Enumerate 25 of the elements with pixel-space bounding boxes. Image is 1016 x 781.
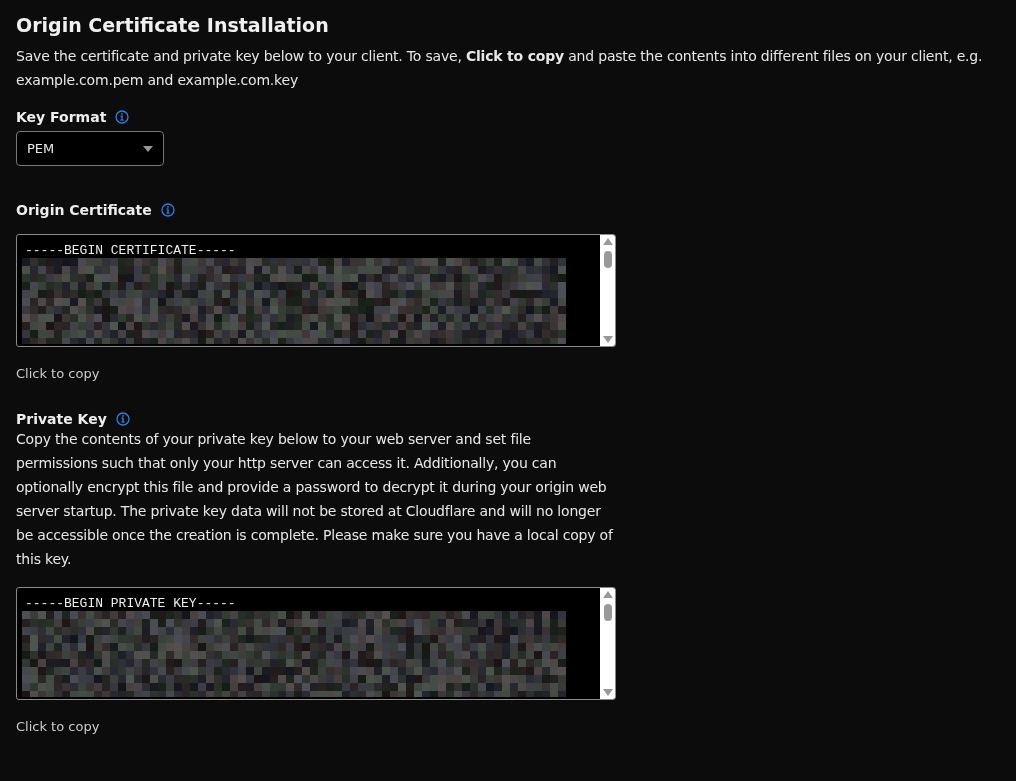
text-line: -----BEGIN CERTIFICATE----- <box>25 243 237 258</box>
text-line: -----BEGIN PRIVATE KEY----- <box>25 596 237 611</box>
scroll-up-icon[interactable] <box>602 238 613 245</box>
scroll-down-icon[interactable] <box>602 336 613 343</box>
scrollbar[interactable] <box>600 235 615 346</box>
field-label: Key Format <box>16 109 107 125</box>
scroll-up-icon[interactable] <box>602 591 613 598</box>
info-icon[interactable] <box>115 412 130 426</box>
scroll-thumb[interactable] <box>603 251 612 268</box>
description-text: Copy the contents of your private key below to your web server and set file permissions such that only your http server can access it. Additionally, you can optionally encrypt this file and provide a password to decrypt it during your origin web server startup. The private key data will not be stored at Cloudflare and will no longer be accessible once the creation is complete. Please make sure you have a local copy of this key. <box>16 430 615 569</box>
scroll-thumb[interactable] <box>603 604 612 621</box>
caret-icon <box>143 145 153 152</box>
copy-link[interactable]: Click to copy <box>16 719 1000 734</box>
field-label: Private Key <box>16 411 107 427</box>
key-format-dropdown[interactable]: PEM <box>16 131 164 166</box>
page-title: Origin Certificate Installation <box>16 14 330 36</box>
scrollbar[interactable] <box>600 588 615 699</box>
certificate-text-area[interactable]: -----BEGIN PRIVATE KEY----- <box>16 587 616 700</box>
field-label: Origin Certificate <box>16 202 152 218</box>
certificate-text-area[interactable]: -----BEGIN CERTIFICATE----- <box>16 234 616 347</box>
scroll-down-icon[interactable] <box>602 689 613 696</box>
intro-text: Save the certificate and private key below to your client. To save, Click to copy and paste the contents into different files on your client, e.g. example.com.pem and example.com.key <box>16 47 984 90</box>
info-icon[interactable] <box>160 203 175 217</box>
info-icon[interactable] <box>115 110 130 124</box>
copy-link[interactable]: Click to copy <box>16 366 1000 381</box>
